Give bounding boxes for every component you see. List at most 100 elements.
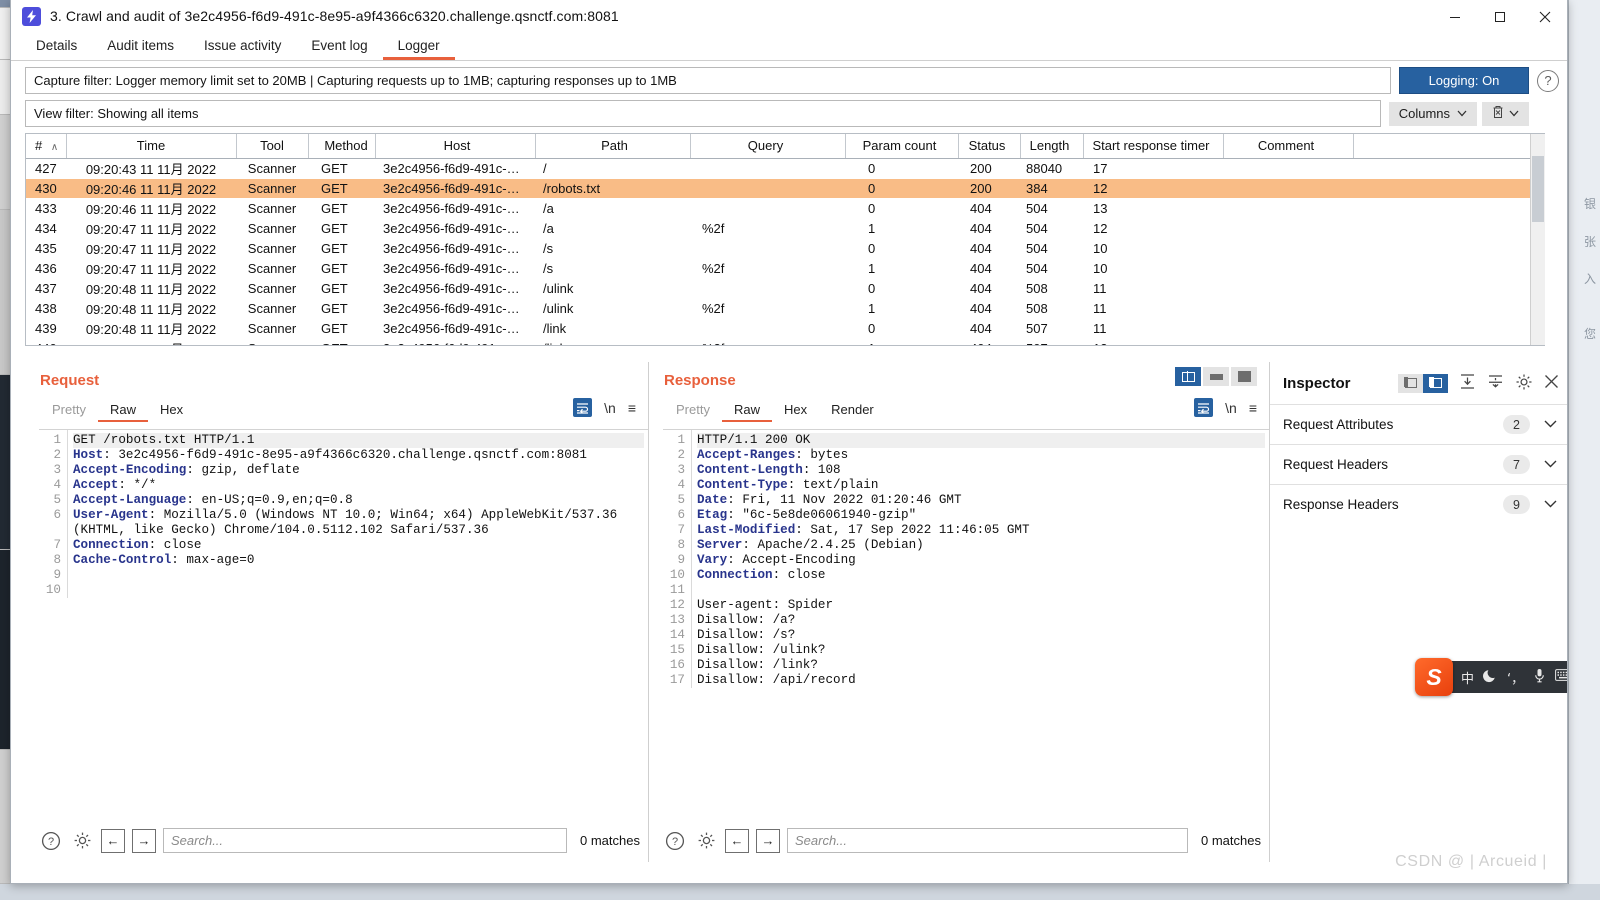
logger-table: # ∧ Time Tool Method Host Path Query Par… xyxy=(25,133,1545,346)
col-header-start-response-timer[interactable]: Start response timer xyxy=(1083,134,1224,159)
chevron-down-icon[interactable] xyxy=(1544,499,1557,511)
word-wrap-icon-response[interactable] xyxy=(1194,398,1214,417)
response-tab-raw[interactable]: Raw xyxy=(721,398,772,422)
response-line-number: 1 xyxy=(677,433,685,447)
sogou-ime-bar[interactable]: S 中 ‘， xyxy=(1415,658,1567,696)
cell-timer: 12 xyxy=(1083,338,1223,346)
request-editor[interactable]: 1 2 3 4 5 6 7 8 9 10 GET /robots.txt HTTP/1.1 Host… xyxy=(39,429,648,819)
expand-all-icon[interactable] xyxy=(1459,373,1476,393)
tab-logger[interactable]: Logger xyxy=(382,33,455,60)
word-wrap-icon[interactable] xyxy=(573,398,593,417)
maximize-button[interactable] xyxy=(1477,0,1522,33)
cell-time: 09:20:47 11 11月 2022 xyxy=(85,261,217,277)
col-header-tool[interactable]: Tool xyxy=(236,134,309,159)
inspector-close-icon[interactable] xyxy=(1544,374,1559,392)
table-vertical-scrollbar[interactable] xyxy=(1530,134,1545,345)
response-editor[interactable]: 1 2 3 4 5 6 7 8 9 10 11 12 13 14 15 16 17 HTTP/1.1 200 O… xyxy=(663,429,1269,819)
col-header-path[interactable]: Path xyxy=(535,134,691,159)
response-menu-icon[interactable]: ≡ xyxy=(1249,400,1257,416)
close-button[interactable] xyxy=(1522,0,1567,33)
table-row[interactable]: 435 09:20:47 11 11月 2022 Scanner GET 3e2c495… xyxy=(26,238,1530,258)
logging-toggle-button[interactable]: Logging: On xyxy=(1399,67,1529,94)
response-search-next-button[interactable]: → xyxy=(756,828,780,853)
request-menu-icon[interactable]: ≡ xyxy=(628,400,636,416)
request-search-input[interactable]: Search... xyxy=(163,828,568,853)
col-header-num[interactable]: # ∧ xyxy=(26,134,67,159)
ime-keyboard-icon[interactable] xyxy=(1555,669,1567,685)
inspector-section-request-headers[interactable]: Request Headers 7 xyxy=(1270,444,1567,484)
table-row[interactable]: 436 09:20:47 11 11月 2022 Scanner GET 3e2c495… xyxy=(26,258,1530,278)
cell-time: 09:20:47 11 11月 2022 xyxy=(85,241,217,257)
cell-method: GET xyxy=(321,280,348,296)
col-header-query[interactable]: Query xyxy=(690,134,846,159)
response-tab-render[interactable]: Render xyxy=(819,398,886,422)
request-help-icon[interactable]: ? xyxy=(39,828,63,853)
table-row[interactable]: 439 09:20:48 11 11月 2022 Scanner GET 3e2c495… xyxy=(26,318,1530,338)
table-row[interactable]: 430 09:20:46 11 11月 2022 Scanner GET 3e2c495… xyxy=(26,178,1530,198)
response-tab-hex[interactable]: Hex xyxy=(772,398,819,422)
col-header-host[interactable]: Host xyxy=(375,134,536,159)
inspector-dock-right-button[interactable] xyxy=(1423,373,1448,393)
table-row[interactable]: 44009:20:49 11 11月 2022ScannerGET3e2c495… xyxy=(26,338,1530,346)
bg-char-4: 您 xyxy=(1583,327,1596,341)
response-tab-pretty[interactable]: Pretty xyxy=(664,398,722,422)
table-row[interactable]: 433 09:20:46 11 11月 2022 Scanner GET 3e2c495… xyxy=(26,198,1530,218)
response-search-prev-button[interactable]: ← xyxy=(725,828,749,853)
ime-moon-icon[interactable] xyxy=(1483,668,1498,687)
layout-side-by-side-button[interactable] xyxy=(1175,367,1201,386)
layout-stacked-button[interactable] xyxy=(1203,367,1229,386)
capture-filter-bar[interactable]: Capture filter: Logger memory limit set … xyxy=(25,67,1391,94)
col-header-time[interactable]: Time xyxy=(66,134,237,159)
ime-punctuation-icon[interactable]: ‘， xyxy=(1507,668,1524,687)
view-filter-bar[interactable]: View filter: Showing all items xyxy=(25,100,1381,127)
request-line xyxy=(73,583,644,598)
table-row[interactable]: 438 09:20:48 11 11月 2022 Scanner GET 3e2c495… xyxy=(26,298,1530,318)
request-tab-hex[interactable]: Hex xyxy=(148,398,195,422)
response-search-input[interactable]: Search... xyxy=(787,828,1189,853)
request-tab-raw[interactable]: Raw xyxy=(97,398,148,422)
tab-event-log[interactable]: Event log xyxy=(296,33,382,60)
col-header-comment[interactable]: Comment xyxy=(1223,134,1354,159)
collapse-all-icon[interactable] xyxy=(1487,373,1504,393)
inspector-dock-toggle xyxy=(1398,373,1448,393)
scrollbar-thumb[interactable] xyxy=(1532,156,1544,222)
request-code[interactable]: GET /robots.txt HTTP/1.1 Host: 3e2c4956-f… xyxy=(67,430,644,598)
cell-tool: Scanner xyxy=(247,260,297,276)
inspector-settings-gear-icon[interactable] xyxy=(1515,373,1533,394)
chevron-down-icon[interactable] xyxy=(1544,419,1557,431)
response-help-icon[interactable]: ? xyxy=(663,828,687,853)
show-newlines-icon[interactable]: \n xyxy=(604,400,616,416)
table-row[interactable]: 427 09:20:43 11 11月 2022 Scanner GET 3e2c495… xyxy=(26,158,1530,178)
clear-log-dropdown[interactable] xyxy=(1482,101,1529,126)
response-code[interactable]: HTTP/1.1 200 OK Accept-Ranges: bytes Conte… xyxy=(691,430,1265,688)
table-row[interactable]: 434 09:20:47 11 11月 2022 Scanner GET 3e2c495… xyxy=(26,218,1530,238)
col-header-param-count[interactable]: Param count xyxy=(845,134,959,159)
show-newlines-icon-response[interactable]: \n xyxy=(1225,400,1237,416)
chevron-down-icon[interactable] xyxy=(1544,459,1557,471)
ime-language-icon[interactable]: 中 xyxy=(1461,668,1474,687)
cell-tool: Scanner xyxy=(247,160,297,176)
response-settings-gear-icon[interactable] xyxy=(694,828,718,853)
tab-details[interactable]: Details xyxy=(21,33,92,60)
cell-status: 404 xyxy=(970,300,992,316)
request-settings-gear-icon[interactable] xyxy=(70,828,94,853)
minimize-button[interactable] xyxy=(1432,0,1477,33)
request-tab-pretty[interactable]: Pretty xyxy=(40,398,98,422)
tab-issue-activity[interactable]: Issue activity xyxy=(189,33,296,60)
inspector-section-response-headers[interactable]: Response Headers 9 xyxy=(1270,484,1567,524)
request-search-next-button[interactable]: → xyxy=(132,828,156,853)
help-icon[interactable]: ? xyxy=(1537,69,1559,92)
tab-audit-items[interactable]: Audit items xyxy=(92,33,189,60)
col-header-method[interactable]: Method xyxy=(308,134,376,159)
columns-dropdown[interactable]: Columns xyxy=(1388,101,1477,126)
request-search-prev-button[interactable]: ← xyxy=(101,828,125,853)
inspector-section-request-attributes[interactable]: Request Attributes 2 xyxy=(1270,404,1567,444)
col-header-status[interactable]: Status xyxy=(958,134,1021,159)
inspector-dock-left-button[interactable] xyxy=(1398,373,1423,393)
layout-single-button[interactable] xyxy=(1231,367,1257,386)
table-row[interactable]: 437 09:20:48 11 11月 2022 Scanner GET 3e2c495… xyxy=(26,278,1530,298)
col-header-length[interactable]: Length xyxy=(1020,134,1084,159)
ime-microphone-icon[interactable] xyxy=(1533,668,1546,687)
sogou-logo-icon[interactable]: S xyxy=(1415,658,1453,696)
cell-length: 508 xyxy=(1026,300,1048,316)
